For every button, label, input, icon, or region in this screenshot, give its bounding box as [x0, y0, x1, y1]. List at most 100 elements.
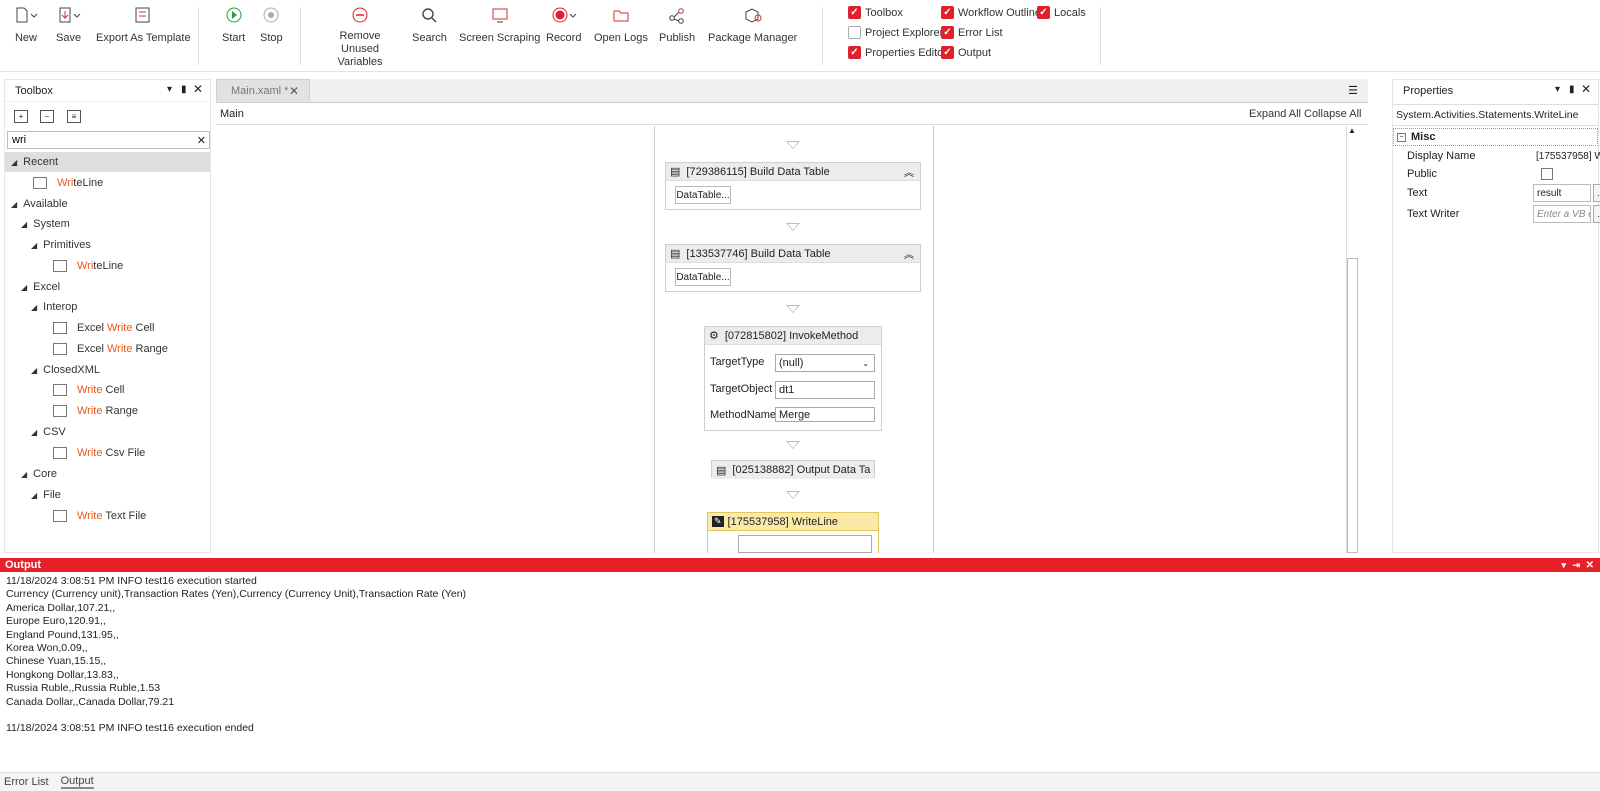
- error-list-toggle[interactable]: ✓ Error List: [941, 26, 1003, 39]
- expand-arrow-icon[interactable]: ◢: [31, 428, 37, 437]
- expand-arrow-icon[interactable]: ◢: [31, 241, 37, 250]
- save-button[interactable]: Save: [56, 4, 81, 45]
- screen-scraping-button[interactable]: Screen Scraping: [459, 4, 540, 45]
- tree-group[interactable]: ◢ ClosedXML: [5, 360, 210, 380]
- datatable-button[interactable]: DataTable...: [675, 268, 731, 286]
- project-explorer-toggle[interactable]: Project Explorer: [848, 26, 943, 39]
- toolbox-search-input[interactable]: [8, 134, 188, 146]
- clear-search-icon[interactable]: ✕: [197, 134, 206, 147]
- tree-label: System: [33, 218, 70, 230]
- tree-group[interactable]: ◢ Interop: [5, 297, 210, 317]
- tab-main-xaml[interactable]: Main.xaml * ✕: [216, 79, 310, 103]
- ellipsis-button[interactable]: ...: [1593, 205, 1600, 223]
- target-type-select[interactable]: (null) ⌄: [775, 354, 875, 372]
- close-tab-icon[interactable]: ✕: [289, 84, 299, 98]
- tree-label: Write Cell: [77, 384, 124, 396]
- category-misc[interactable]: − Misc: [1393, 128, 1598, 146]
- label-text: Excel: [77, 343, 107, 355]
- toolbox-toggle[interactable]: ✓ Toolbox: [848, 6, 903, 19]
- export-template-button[interactable]: Export As Template: [96, 4, 191, 45]
- close-icon[interactable]: ✕: [1581, 82, 1591, 96]
- output-toggle[interactable]: ✓ Output: [941, 46, 991, 59]
- tree-item[interactable]: Excel Write Range: [5, 339, 210, 359]
- expand-arrow-icon[interactable]: ◢: [21, 470, 27, 479]
- pin-icon[interactable]: ▮: [1569, 84, 1575, 95]
- text-value-input[interactable]: result: [1533, 184, 1591, 202]
- tree-group[interactable]: ◢ File: [5, 485, 210, 505]
- tree-group[interactable]: ◢ Excel: [5, 277, 210, 297]
- activity-output-data-table[interactable]: ▤ [025138882] Output Data Ta: [711, 460, 875, 479]
- remove-unused-variables-button[interactable]: Remove Unused Variables: [326, 4, 394, 69]
- collapse-category-icon[interactable]: −: [1397, 132, 1406, 142]
- dropdown-icon[interactable]: ▾: [167, 84, 172, 95]
- stop-button[interactable]: Stop: [260, 4, 283, 45]
- expand-arrow-icon[interactable]: ◢: [31, 303, 37, 312]
- scroll-up-icon[interactable]: ▲: [1348, 126, 1356, 135]
- open-logs-button[interactable]: Open Logs: [594, 4, 648, 45]
- scroll-thumb[interactable]: [1347, 258, 1358, 553]
- tab-output[interactable]: Output: [60, 775, 94, 789]
- expand-arrow-icon[interactable]: ◢: [11, 158, 17, 167]
- save-label: Save: [56, 32, 82, 44]
- dropdown-icon[interactable]: ▾: [1555, 84, 1560, 95]
- datatable-button[interactable]: DataTable...: [675, 186, 731, 204]
- target-object-input[interactable]: dt1: [775, 381, 875, 399]
- toolbox-search-box: ✕: [7, 131, 210, 149]
- tree-group[interactable]: ◢ CSV: [5, 422, 210, 442]
- expand-arrow-icon[interactable]: ◢: [31, 366, 37, 375]
- expand-arrow-icon[interactable]: ◢: [21, 283, 27, 292]
- record-button[interactable]: Record: [546, 4, 581, 45]
- tree-item[interactable]: WriteLine: [5, 173, 210, 193]
- collapse-icon[interactable]: ︽: [904, 246, 914, 261]
- pin-icon[interactable]: ⇥: [1572, 560, 1580, 571]
- list-view-icon[interactable]: ≡: [67, 110, 81, 123]
- tree-item[interactable]: WriteLine: [5, 256, 210, 276]
- dropdown-icon[interactable]: ▾: [1561, 560, 1566, 571]
- new-button[interactable]: New: [14, 4, 38, 45]
- method-name-input[interactable]: Merge: [775, 407, 875, 422]
- tree-group[interactable]: ◢ Primitives: [5, 235, 210, 255]
- activity-invoke-method[interactable]: ⚙ [072815802] InvokeMethod TargetType (nu…: [704, 326, 882, 431]
- start-button[interactable]: Start: [222, 4, 245, 45]
- close-icon[interactable]: ✕: [193, 82, 203, 96]
- close-icon[interactable]: ✕: [1586, 560, 1594, 571]
- activity-build-data-table-1[interactable]: ▤ [729386115] Build Data Table ︽ DataTable…: [665, 162, 921, 210]
- expand-arrow-icon[interactable]: ◢: [11, 200, 17, 209]
- publish-button[interactable]: Publish: [659, 4, 695, 45]
- search-button[interactable]: Search: [412, 4, 447, 45]
- package-manager-button[interactable]: Package Manager: [708, 4, 797, 45]
- tree-item[interactable]: Write Cell: [5, 380, 210, 400]
- activity-writeline[interactable]: ✎ [175537958] WriteLine: [707, 512, 879, 553]
- public-checkbox[interactable]: [1541, 168, 1553, 180]
- expand-arrow-icon[interactable]: ◢: [21, 220, 27, 229]
- tree-item[interactable]: Write Text File: [5, 506, 210, 526]
- breadcrumb[interactable]: Main: [220, 108, 244, 120]
- text-writer-input[interactable]: Enter a VB e: [1533, 205, 1591, 223]
- tree-group[interactable]: ◢ Recent: [5, 152, 210, 172]
- tree-item[interactable]: Write Csv File: [5, 443, 210, 463]
- collapse-icon[interactable]: ︽: [904, 164, 914, 179]
- pin-icon[interactable]: ▮: [181, 84, 187, 95]
- tab-error-list[interactable]: Error List: [4, 776, 49, 788]
- expand-arrow-icon[interactable]: ◢: [31, 491, 37, 500]
- tree-label: CSV: [43, 426, 66, 438]
- ellipsis-button[interactable]: ...: [1593, 184, 1600, 202]
- properties-editor-toggle[interactable]: ✓ Properties Editor: [848, 46, 947, 59]
- display-name-value[interactable]: [175537958] Wri: [1533, 147, 1600, 165]
- chevron-down-icon: ⌄: [862, 358, 869, 368]
- expand-all-link[interactable]: Expand All: [1249, 108, 1301, 120]
- tree-group[interactable]: ◢ System: [5, 214, 210, 234]
- tree-item[interactable]: Excel Write Cell: [5, 318, 210, 338]
- vertical-scrollbar[interactable]: ▲: [1346, 126, 1358, 553]
- collapse-all-link[interactable]: Collapse All: [1304, 108, 1361, 120]
- expand-all-icon[interactable]: +: [14, 110, 28, 123]
- tab-list-menu-icon[interactable]: ☰: [1348, 84, 1358, 97]
- activity-build-data-table-2[interactable]: ▤ [133537746] Build Data Table ︽ DataTable…: [665, 244, 921, 292]
- writeline-text-input[interactable]: [738, 535, 872, 553]
- tree-group[interactable]: ◢ Core: [5, 464, 210, 484]
- tree-item[interactable]: Write Range: [5, 401, 210, 421]
- tree-group[interactable]: ◢ Available: [5, 194, 210, 214]
- workflow-outline-toggle[interactable]: ✓ Workflow Outline: [941, 6, 1041, 19]
- locals-toggle[interactable]: ✓ Locals: [1037, 6, 1086, 19]
- collapse-all-icon[interactable]: −: [40, 110, 54, 123]
